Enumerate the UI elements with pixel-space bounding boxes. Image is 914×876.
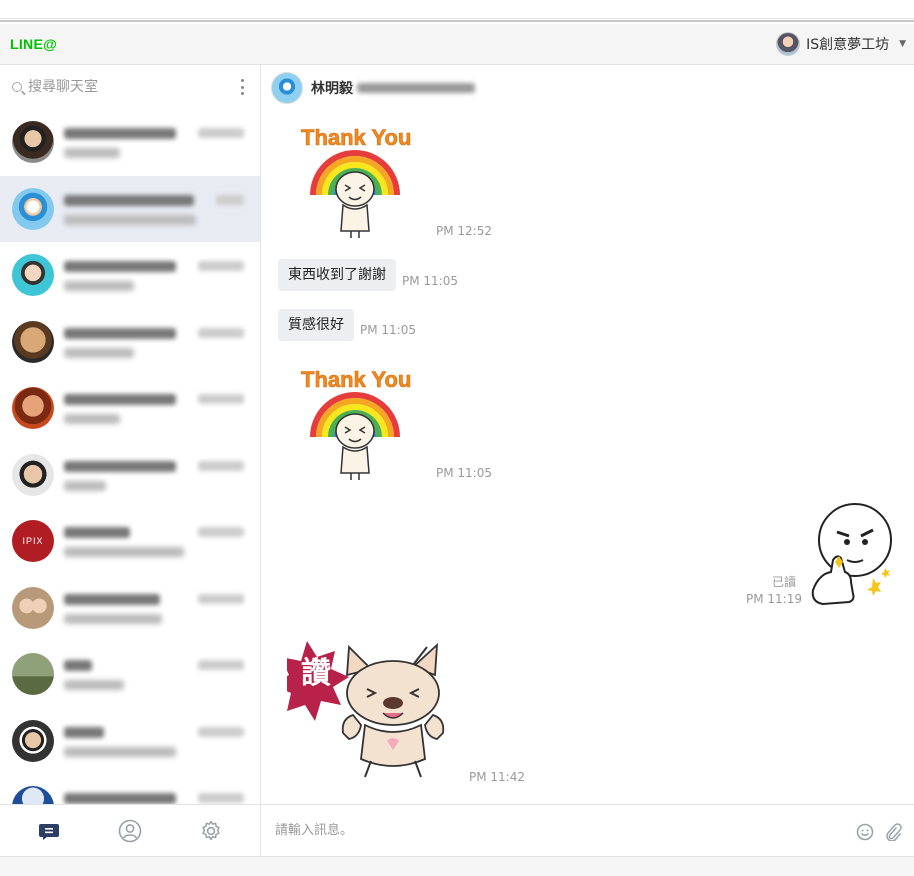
chat-list-item[interactable] (0, 109, 260, 176)
read-receipt: 已讀 (772, 575, 797, 589)
chat-list-item[interactable] (0, 375, 260, 442)
window-top-strip (0, 0, 914, 22)
app-header: LINE@ IS創意夢工坊 ▼ (0, 24, 914, 65)
chat-list-item[interactable] (0, 575, 260, 642)
chat-list-item[interactable] (0, 442, 260, 509)
avatar (12, 387, 54, 430)
avatar (12, 653, 54, 696)
sidebar: IPIX (0, 65, 261, 856)
window-footer (0, 856, 914, 876)
avatar (12, 121, 54, 164)
avatar (12, 320, 54, 363)
contact-avatar[interactable] (271, 72, 303, 104)
chat-list-item[interactable]: IPIX (0, 508, 260, 575)
gear-icon (202, 820, 220, 840)
account-name: IS創意夢工坊 (806, 37, 890, 53)
ipix-logo-text: IPIX (22, 536, 44, 547)
message-time: PM 11:42 (469, 770, 525, 784)
chat-list-item[interactable] (0, 175, 260, 242)
avatar (12, 453, 54, 496)
paperclip-icon[interactable] (884, 823, 902, 841)
sticker-caption: 讚 (301, 656, 331, 691)
avatar (12, 719, 54, 762)
avatar (12, 187, 54, 230)
search-icon (12, 82, 22, 92)
chat-list-item[interactable] (0, 242, 260, 309)
line-at-logo: LINE@ (10, 36, 58, 52)
chat-list: IPIX (0, 109, 260, 804)
avatar (12, 786, 54, 804)
message-time: PM 11:05 (402, 274, 458, 288)
smiley-icon[interactable] (856, 823, 874, 841)
thank-you-rainbow-sticker[interactable]: Thank You! (299, 121, 411, 239)
search-input[interactable] (28, 79, 208, 95)
message-input[interactable] (275, 823, 835, 838)
message-time: PM 11:05 (360, 323, 416, 337)
chat-list-item[interactable] (0, 309, 260, 376)
thumbs-up-face-sticker[interactable] (807, 502, 899, 608)
avatar (12, 586, 54, 629)
bottom-nav (0, 804, 260, 856)
sticker-caption: Thank You! (301, 367, 411, 392)
contact-name-blurred (357, 83, 475, 93)
nav-chats-button[interactable] (29, 811, 69, 851)
nav-friends-button[interactable] (110, 811, 150, 851)
conversation-header: 林明毅 (261, 65, 914, 111)
account-avatar (776, 32, 801, 56)
message-bubble[interactable]: 質感很好 (278, 309, 354, 341)
more-options-icon[interactable] (241, 79, 245, 95)
chat-list-item[interactable] (0, 708, 260, 775)
chevron-down-icon: ▼ (899, 39, 906, 49)
account-switcher[interactable]: IS創意夢工坊 ▼ (776, 32, 906, 56)
contact-name: 林明毅 (311, 81, 353, 97)
message-time: PM 12:52 (436, 224, 492, 238)
chat-list-item[interactable] (0, 641, 260, 708)
bulldog-praise-sticker[interactable]: 讚 (287, 637, 455, 781)
thank-you-rainbow-sticker[interactable]: Thank You! (299, 363, 411, 481)
conversation-panel: 林明毅 Thank You! PM 12:52 東西收到了謝謝 PM 11:05… (261, 65, 914, 856)
avatar-ipix-logo: IPIX (12, 520, 54, 563)
message-time: PM 11:05 (436, 466, 492, 480)
message-input-bar (261, 804, 914, 856)
chat-list-item[interactable] (0, 774, 260, 804)
person-icon (118, 819, 142, 842)
search-bar (0, 65, 260, 109)
message-bubble[interactable]: 東西收到了謝謝 (278, 259, 396, 291)
nav-settings-button[interactable] (191, 811, 231, 851)
message-time: PM 11:19 (746, 592, 802, 606)
chat-bubble-icon (38, 823, 59, 840)
sticker-caption: Thank You! (301, 125, 411, 150)
avatar (12, 254, 54, 297)
